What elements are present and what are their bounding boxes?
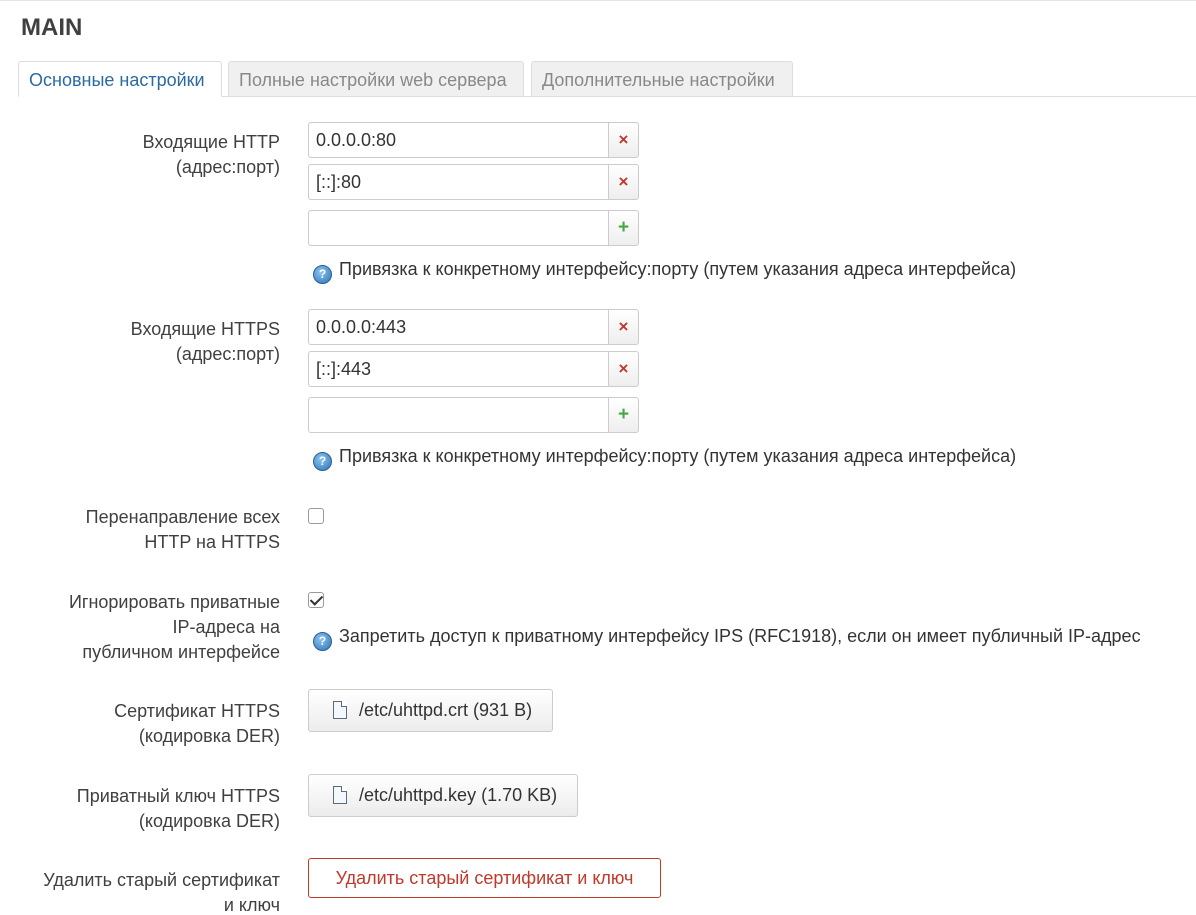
https-listen-help: ? Привязка к конкретному интерфейсу:порту… [313, 443, 1017, 471]
http-listen-label-line2: (адрес:порт) [175, 157, 280, 177]
http-listen-help-text: Привязка к конкретному интерфейсу:порту … [339, 259, 1017, 279]
remove-icon[interactable]: × [608, 309, 639, 345]
help-icon: ? [313, 632, 332, 651]
http-listen-input[interactable] [308, 164, 608, 200]
http-listen-label-line1: Входящие HTTP [142, 132, 280, 152]
http-listen-input[interactable] [308, 122, 608, 158]
https-listen-input[interactable] [308, 309, 608, 345]
redirect-https-label-line2: HTTP на HTTPS [144, 532, 280, 552]
http-listen-label: Входящие HTTP (адрес:порт) [143, 130, 280, 180]
remove-cert-label-line1: Удалить старый сертификат [43, 870, 280, 890]
ignore-private-ips-checkbox[interactable] [308, 592, 324, 608]
help-icon: ? [313, 452, 332, 471]
https-key-label-line2: (кодировка DER) [138, 811, 280, 831]
page: MAIN Основные настройки Полные настройки… [0, 0, 1196, 915]
remove-cert-label: Удалить старый сертификат и ключ [43, 868, 280, 915]
section-title: MAIN [21, 14, 83, 41]
https-listen-label: Входящие HTTPS (адрес:порт) [131, 317, 280, 367]
ignore-private-ips-help-text: Запретить доступ к приватному интерфейсу… [339, 626, 1141, 646]
https-cert-label-line2: (кодировка DER) [138, 726, 280, 746]
tab-full-web-server-settings[interactable]: Полные настройки web сервера [228, 61, 524, 97]
https-listen-new-row: + [308, 397, 639, 433]
tab-basic-settings[interactable]: Основные настройки [18, 61, 222, 97]
https-cert-label-line1: Сертификат HTTPS [114, 701, 280, 721]
redirect-https-label: Перенаправление всех HTTP на HTTPS [86, 505, 280, 555]
https-key-label: Приватный ключ HTTPS (кодировка DER) [77, 784, 280, 834]
redirect-https-checkbox[interactable] [308, 508, 324, 524]
ignore-private-ips-label-line1: Игнорировать приватные [68, 592, 280, 612]
remove-icon[interactable]: × [608, 164, 639, 200]
https-listen-help-text: Привязка к конкретному интерфейсу:порту … [339, 446, 1017, 466]
remove-icon[interactable]: × [608, 351, 639, 387]
remove-icon[interactable]: × [608, 122, 639, 158]
redirect-https-label-line1: Перенаправление всех [85, 507, 280, 527]
https-listen-label-line2: (адрес:порт) [175, 344, 280, 364]
https-listen-row: × [308, 309, 639, 345]
https-key-file-name: /etc/uhttpd.key (1.70 KB) [359, 785, 558, 805]
remove-cert-button[interactable]: Удалить старый сертификат и ключ [308, 858, 661, 898]
ignore-private-ips-label-line2: IP-адреса на [172, 617, 281, 637]
http-listen-help: ? Привязка к конкретному интерфейсу:порту… [313, 256, 1017, 284]
https-key-file-button[interactable]: /etc/uhttpd.key (1.70 KB) [308, 774, 579, 817]
https-listen-label-line1: Входящие HTTPS [130, 319, 280, 339]
add-icon[interactable]: + [608, 210, 639, 246]
ignore-private-ips-label-line3: публичном интерфейсе [82, 642, 280, 662]
tab-bar: Основные настройки Полные настройки web … [18, 61, 1196, 97]
https-cert-file-name: /etc/uhttpd.crt (931 B) [359, 700, 533, 720]
help-icon: ? [313, 265, 332, 284]
ignore-private-ips-label: Игнорировать приватные IP-адреса на публ… [69, 590, 280, 665]
http-listen-row: × [308, 122, 639, 158]
http-listen-new-row: + [308, 210, 639, 246]
add-icon[interactable]: + [608, 397, 639, 433]
file-icon [333, 786, 347, 804]
https-cert-label: Сертификат HTTPS (кодировка DER) [114, 699, 280, 749]
http-listen-row: × [308, 164, 639, 200]
https-cert-file-button[interactable]: /etc/uhttpd.crt (931 B) [308, 689, 554, 732]
ignore-private-ips-help: ? Запретить доступ к приватному интерфейс… [313, 623, 1141, 651]
file-icon [333, 701, 347, 719]
https-listen-input[interactable] [308, 351, 608, 387]
https-listen-new-input[interactable] [308, 397, 608, 433]
https-key-label-line1: Приватный ключ HTTPS [76, 786, 280, 806]
http-listen-new-input[interactable] [308, 210, 608, 246]
remove-cert-label-line2: и ключ [223, 895, 280, 915]
https-listen-row: × [308, 351, 639, 387]
tab-additional-settings[interactable]: Дополнительные настройки [531, 61, 793, 97]
top-divider [0, 0, 1196, 1]
